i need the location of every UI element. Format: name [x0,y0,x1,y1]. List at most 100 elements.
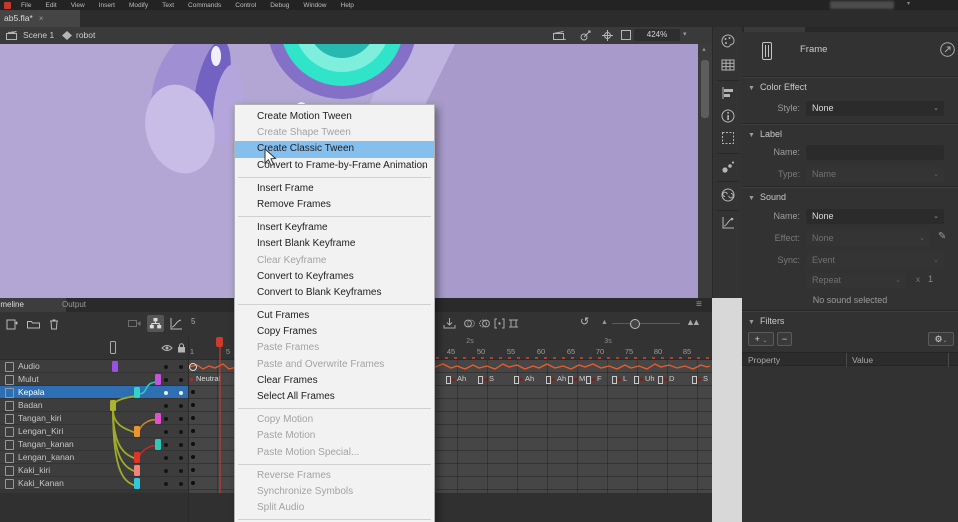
keyframe-dot[interactable] [191,442,195,446]
parent-strip[interactable] [134,426,140,437]
menu-item-insert-blank-keyframe[interactable]: Insert Blank Keyframe [235,236,434,252]
section-sound[interactable]: ▼Sound [748,192,786,202]
menu-insert[interactable]: Insert [99,2,115,9]
menu-edit[interactable]: Edit [45,2,56,9]
breadcrumb-scene[interactable]: Scene 1 [23,30,54,40]
parent-strip[interactable] [155,413,161,424]
scene-clapper-icon[interactable] [6,31,17,40]
timeline-zoom-knob[interactable] [630,319,640,329]
edit-sound-envelope-icon[interactable]: ✎ [938,231,946,242]
loop-count-value[interactable]: 1 [928,274,933,284]
new-folder-icon[interactable] [27,319,40,329]
parent-strip[interactable] [112,361,118,372]
timeline-zoom-slider[interactable] [612,323,680,324]
export-frames-icon[interactable] [443,317,456,329]
scroll-up-icon[interactable]: ▲ [701,47,707,53]
info-icon[interactable] [721,109,735,123]
new-layer-icon[interactable] [6,318,18,330]
menu-commands[interactable]: Commands [188,2,221,9]
parent-strip[interactable] [134,387,140,398]
edit-multiple-frames-icon[interactable] [494,318,505,329]
menu-text[interactable]: Text [162,2,174,9]
layer-row-tangan-kanan[interactable]: Tangan_kanan [0,438,188,451]
menu-item-clear-frames[interactable]: Clear Frames [235,373,434,389]
menu-item-convert-to-blank-keyframes[interactable]: Convert to Blank Keyframes [235,285,434,301]
parent-strip[interactable] [155,374,161,385]
tab-output[interactable]: Output [54,298,94,312]
transform-icon[interactable] [721,131,735,145]
user-account-area[interactable] [830,1,894,9]
stage-scrollbar[interactable]: ▲ [698,44,712,298]
scrollbar-thumb[interactable] [701,60,709,118]
motion-editor-icon[interactable] [721,216,735,230]
menu-item-cut-frames[interactable]: Cut Frames [235,308,434,324]
document-tab[interactable]: ab5.fla*× [0,10,80,27]
parent-strip[interactable] [134,452,140,463]
keyframe-dot[interactable] [191,403,195,407]
style-select[interactable]: None⌄ [806,101,944,116]
menu-item-insert-frame[interactable]: Insert Frame [235,181,434,197]
remove-filter-button[interactable]: − [777,332,792,346]
lock-icon[interactable] [177,343,186,353]
align-icon[interactable] [721,86,735,100]
delete-layer-icon[interactable] [49,318,59,330]
layer-row-mulut[interactable]: Mulut [0,373,188,386]
playhead[interactable] [216,337,223,347]
menu-control[interactable]: Control [235,2,256,9]
keyframe-dot[interactable] [191,429,195,433]
menu-window[interactable]: Window [303,2,326,9]
menu-view[interactable]: View [71,2,85,9]
color-palette-icon[interactable] [721,34,735,48]
rotation-tilt-icon[interactable] [580,30,591,41]
close-tab-icon[interactable]: × [39,14,44,23]
menu-item-copy-frames[interactable]: Copy Frames [235,324,434,340]
parent-strip[interactable] [110,400,116,411]
keyframe-dot[interactable] [191,455,195,459]
keyframe-dot[interactable] [191,390,195,394]
clip-bounds-icon[interactable] [621,30,631,40]
eye-visibility-icon[interactable] [161,344,173,352]
clip-center-icon[interactable] [602,30,613,41]
onion-skin-outline-icon[interactable] [479,318,490,329]
menu-modify[interactable]: Modify [129,2,148,9]
edit-scene-icon[interactable] [553,31,566,40]
menu-item-create-motion-tween[interactable]: Create Motion Tween [235,109,434,125]
audio-keyframe-hollow[interactable] [189,363,197,371]
filter-options-button[interactable]: ⚙⌄ [928,332,954,346]
menu-debug[interactable]: Debug [270,2,289,9]
menu-item-select-all-frames[interactable]: Select All Frames [235,389,434,405]
onion-skin-icon[interactable] [464,318,475,329]
graph-view-icon[interactable] [170,317,183,330]
layer-row-tangan-kiri[interactable]: Tangan_kiri [0,412,188,425]
section-filters[interactable]: ▼Filters [748,316,784,326]
keyframe-dot[interactable] [191,481,195,485]
zoom-out-timeline-icon[interactable]: ▲ [601,319,608,326]
show-parenting-view-button[interactable] [147,315,164,332]
section-label[interactable]: ▼Label [748,129,782,139]
breadcrumb-symbol[interactable]: robot [76,30,95,40]
parent-strip[interactable] [134,478,140,489]
section-color-effect[interactable]: ▼Color Effect [748,82,807,92]
menu-item-convert-to-keyframes[interactable]: Convert to Keyframes [235,269,434,285]
zoom-level-select[interactable]: 424% [634,29,680,41]
zoom-in-timeline-icon[interactable]: ▲▲ [686,317,698,327]
brush-particles-icon[interactable] [721,160,735,174]
swatches-icon[interactable] [721,58,735,72]
keyframe-dot[interactable] [191,416,195,420]
camera-icon[interactable] [128,319,141,328]
menu-file[interactable]: File [21,2,31,9]
chevron-down-icon[interactable]: ▾ [683,30,687,38]
label-name-input[interactable] [806,145,944,160]
loop-playback-icon[interactable]: ↺ [580,315,589,328]
parent-strip[interactable] [155,439,161,450]
panel-menu-icon[interactable]: ≡ [688,298,710,312]
menu-item-insert-keyframe[interactable]: Insert Keyframe [235,220,434,236]
sound-name-select[interactable]: None⌄ [806,209,944,224]
circular-arrow-icon[interactable] [940,42,955,57]
keyframe-dot[interactable] [191,468,195,472]
menu-item-remove-frames[interactable]: Remove Frames [235,197,434,213]
marker-range-icon[interactable] [508,318,519,329]
add-filter-button[interactable]: + ⌄ [748,332,774,346]
menu-help[interactable]: Help [341,2,354,9]
parent-strip[interactable] [134,465,140,476]
